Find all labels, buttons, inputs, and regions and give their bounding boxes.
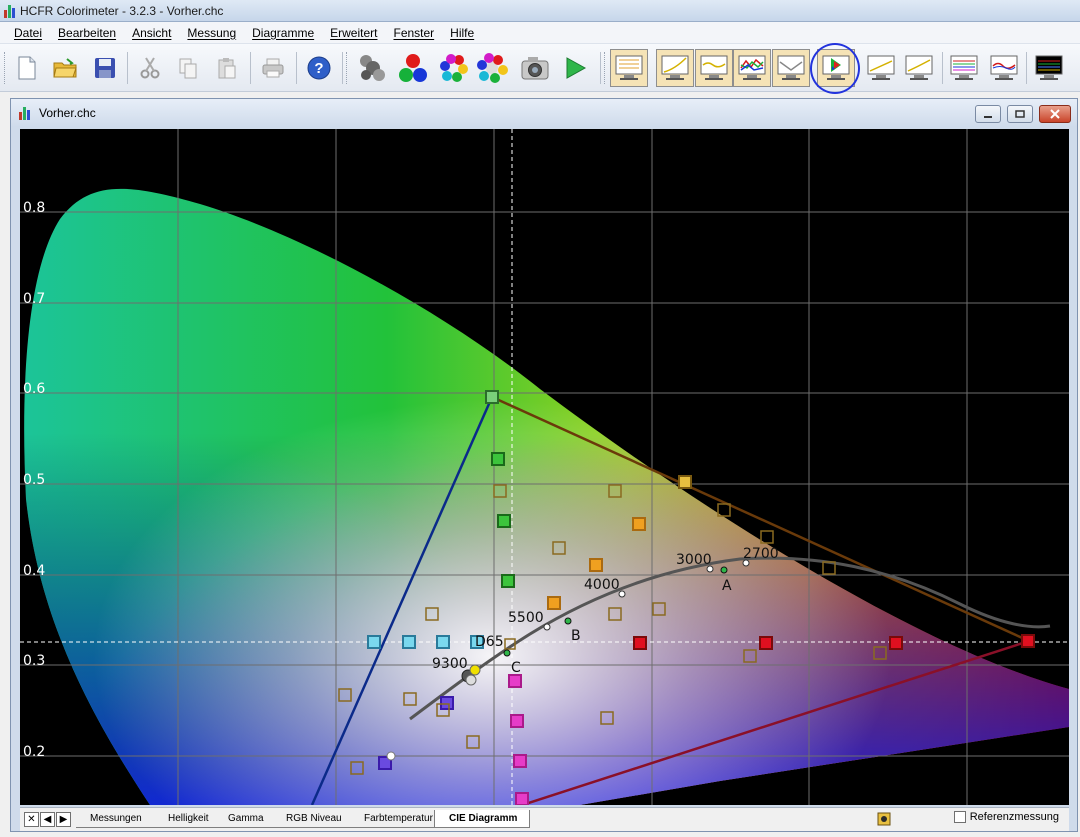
measures-view-icon[interactable]: [610, 49, 648, 87]
temp-label-3000: 3000: [676, 552, 712, 568]
tab-helligkeit[interactable]: Helligkeit: [154, 810, 221, 828]
view-icon-7[interactable]: [862, 49, 900, 87]
tab-gamma[interactable]: Gamma: [214, 810, 276, 828]
reference-measurement[interactable]: Referenzmessung: [953, 811, 1059, 823]
tab-rgb-niveau[interactable]: RGB Niveau: [272, 810, 354, 828]
cie-horseshoe: [24, 188, 1069, 805]
illuminant-label-a: A: [722, 578, 732, 594]
help-icon[interactable]: ?: [300, 49, 338, 87]
open-folder-icon[interactable]: [46, 49, 84, 87]
temp-label-4000: 4000: [584, 577, 620, 593]
save-disk-icon[interactable]: [86, 49, 124, 87]
close-button[interactable]: [1039, 105, 1071, 123]
view-icon-11[interactable]: [1030, 49, 1068, 87]
illuminant-label-c: C: [511, 660, 521, 676]
y-tick-label: 0.6: [23, 381, 45, 397]
menu-ansicht[interactable]: Ansicht: [124, 24, 179, 42]
tab-cie-diagramm[interactable]: CIE Diagramm: [434, 810, 531, 828]
document-title-bar: Vorher.chc: [11, 99, 1077, 127]
y-tick-label: 0.8: [23, 200, 45, 216]
menu-bearbeiten[interactable]: Bearbeiten: [50, 24, 124, 42]
toolbar-grip[interactable]: [604, 52, 607, 84]
restore-icon: [1015, 110, 1025, 118]
toolbar-separator: [127, 52, 128, 84]
y-tick-label: 0.3: [23, 653, 45, 669]
reference-label: Referenzmessung: [969, 811, 1059, 823]
color-temp-view-icon[interactable]: [772, 49, 810, 87]
close-tab-button[interactable]: ✕: [24, 812, 39, 827]
menu-datei[interactable]: Datei: [6, 24, 50, 42]
play-icon[interactable]: [556, 49, 594, 87]
temp-label-2700: 2700: [743, 546, 779, 562]
cut-icon[interactable]: [131, 49, 169, 87]
sensor-icon[interactable]: [353, 49, 391, 87]
document-window: Vorher.chc 0.8 0.7 0.6 0.5 0.4 0.3 0.2 3…: [10, 98, 1078, 832]
copy-icon[interactable]: [169, 49, 207, 87]
cie-diagram-plot[interactable]: 0.8 0.7 0.6 0.5 0.4 0.3 0.2 3000 2700 40…: [20, 129, 1069, 805]
y-tick-label: 0.4: [23, 563, 45, 579]
tab-next-button[interactable]: ▶: [56, 812, 71, 827]
app-title: HCFR Colorimeter - 3.2.3 - Vorher.chc: [20, 3, 224, 18]
tab-prev-button[interactable]: ◀: [40, 812, 55, 827]
y-tick-label: 0.5: [23, 472, 45, 488]
color-balls-icon[interactable]: [434, 49, 472, 87]
menu-diagramme[interactable]: Diagramme: [244, 24, 322, 42]
document-title: Vorher.chc: [39, 106, 96, 120]
status-icon: [877, 812, 891, 826]
gamma-view-icon[interactable]: [695, 49, 733, 87]
view-tab-bar: ✕ ◀ ▶ Messungen Helligkeit Gamma RGB Niv…: [20, 807, 1069, 831]
svg-text:?: ?: [314, 60, 323, 77]
y-tick-label: 0.2: [23, 744, 45, 760]
new-document-icon[interactable]: [8, 49, 46, 87]
toolbar-grip[interactable]: [346, 52, 349, 84]
minimize-icon: [984, 116, 992, 118]
app-title-bar: HCFR Colorimeter - 3.2.3 - Vorher.chc: [0, 0, 1080, 22]
toolbar-separator: [600, 52, 601, 84]
view-icon-10[interactable]: [985, 49, 1023, 87]
menu-hilfe[interactable]: Hilfe: [442, 24, 482, 42]
toolbar-separator: [342, 52, 343, 84]
maximize-button[interactable]: [1007, 105, 1033, 123]
tab-messungen[interactable]: Messungen: [76, 810, 154, 828]
toolbar-separator: [942, 52, 943, 84]
paste-icon[interactable]: [208, 49, 246, 87]
tab-farbtemperatur[interactable]: Farbtemperatur: [350, 810, 445, 828]
minimize-button[interactable]: [975, 105, 1001, 123]
illuminant-label-b: B: [571, 628, 581, 644]
grayscale-balls-icon[interactable]: [473, 49, 511, 87]
cie-diagram-view-icon[interactable]: [817, 49, 855, 87]
menu-fenster[interactable]: Fenster: [385, 24, 442, 42]
document-icon: [19, 106, 30, 120]
view-icon-8[interactable]: [900, 49, 938, 87]
camera-icon[interactable]: [516, 49, 554, 87]
temp-label-5500: 5500: [508, 610, 544, 626]
toolbar-separator: [1026, 52, 1027, 84]
rgb-level-view-icon[interactable]: [733, 49, 771, 87]
rgb-balls-icon[interactable]: [394, 49, 432, 87]
menu-erweitert[interactable]: Erweitert: [322, 24, 385, 42]
menu-bar: Datei Bearbeiten Ansicht Messung Diagram…: [0, 22, 1080, 44]
close-icon: [1050, 109, 1060, 119]
print-icon[interactable]: [254, 49, 292, 87]
app-logo-icon: [4, 4, 15, 18]
view-icon-9[interactable]: [945, 49, 983, 87]
menu-messung[interactable]: Messung: [179, 24, 244, 42]
toolbar-separator: [296, 52, 297, 84]
toolbar-grip[interactable]: [4, 52, 7, 84]
toolbar: ?: [0, 44, 1080, 92]
luminance-view-icon[interactable]: [656, 49, 694, 87]
reference-checkbox[interactable]: [953, 811, 966, 823]
temp-label-d65: D65: [475, 634, 504, 650]
temp-label-9300: 9300: [432, 656, 468, 672]
toolbar-separator: [250, 52, 251, 84]
y-tick-label: 0.7: [23, 291, 45, 307]
